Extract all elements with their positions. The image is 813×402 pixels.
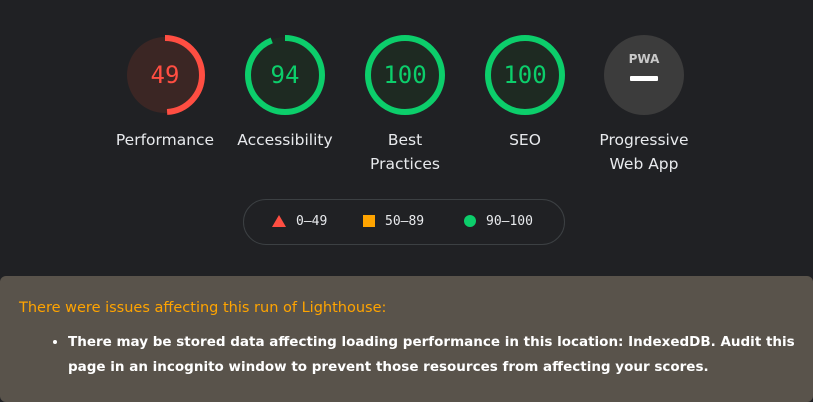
legend-fail: 0–49 [272, 200, 327, 244]
gauge-ring: 49 [123, 33, 207, 117]
gauge-label: Best Practices [370, 131, 440, 173]
legend-range: 90–100 [486, 214, 533, 229]
gauge-label: Progressive Web App [599, 131, 689, 173]
legend-range: 50–89 [385, 214, 425, 229]
gauge-ring: 100 [483, 33, 567, 117]
gauge-label: SEO [509, 131, 541, 149]
score-gauges: 49 Performance 94 Accessibility 100 Best… [0, 33, 813, 183]
gauge-accessibility[interactable]: 94 Accessibility [225, 33, 345, 152]
circle-icon [464, 214, 476, 227]
gauge-label: Performance [115, 131, 215, 149]
legend-average: 50–89 [363, 200, 424, 244]
triangle-icon [272, 214, 286, 227]
gauge-pwa[interactable]: PWA Progressive Web App [584, 33, 704, 176]
gauge-performance[interactable]: 49 Performance [105, 33, 225, 152]
gauge-ring: PWA [602, 33, 686, 117]
gauge-ring: 100 [363, 33, 447, 117]
gauge-score: 94 [270, 61, 300, 89]
gauge-score: 100 [383, 61, 427, 89]
legend-pass: 90–100 [464, 200, 533, 244]
runtime-warnings: There were issues affecting this run of … [0, 276, 813, 402]
warning-title: There were issues affecting this run of … [19, 300, 387, 316]
gauge-seo[interactable]: 100 SEO [465, 33, 585, 152]
gauge-score: 49 [150, 61, 180, 89]
pwa-badge-text: PWA [629, 52, 660, 66]
legend-range: 0–49 [296, 214, 328, 229]
gauge-ring: 94 [243, 33, 327, 117]
warning-list: There may be stored data affecting loadi… [52, 330, 813, 380]
square-icon [363, 214, 375, 227]
gauge-label: Accessibility [237, 131, 333, 149]
pwa-badge-icon: PWA [602, 33, 686, 117]
lighthouse-report: 49 Performance 94 Accessibility 100 Best… [0, 0, 813, 402]
warning-item: There may be stored data affecting loadi… [68, 330, 813, 380]
gauge-score: 100 [503, 61, 547, 89]
gauge-best-practices[interactable]: 100 Best Practices [345, 33, 465, 176]
score-legend: 0–49 50–89 90–100 [243, 199, 565, 245]
